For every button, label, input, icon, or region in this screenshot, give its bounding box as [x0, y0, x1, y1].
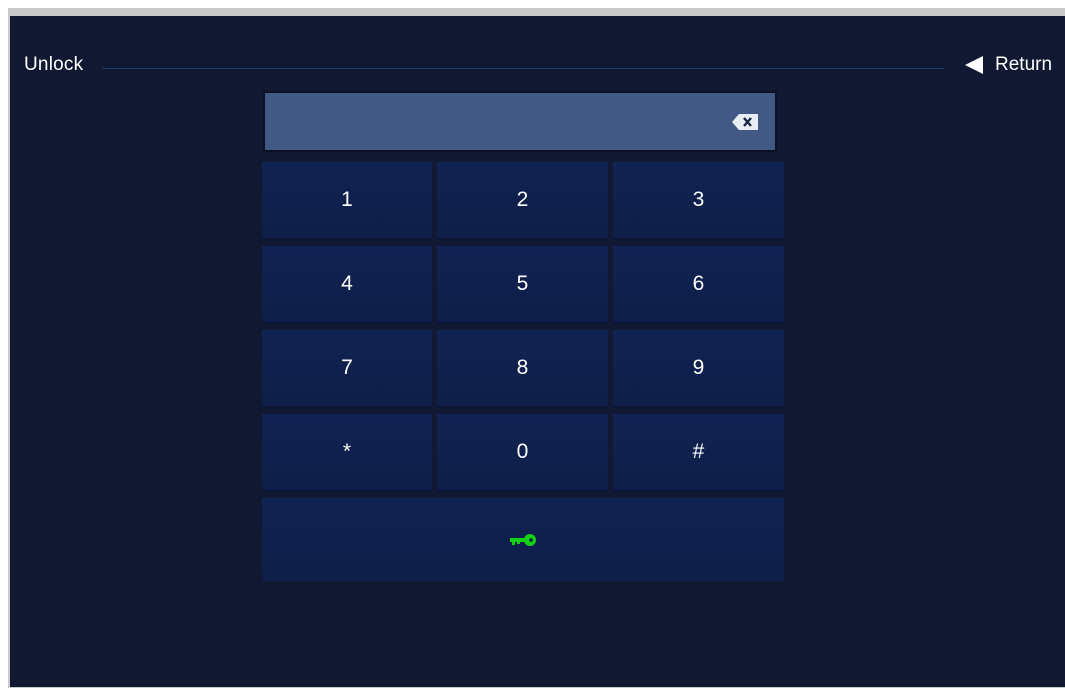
header-divider — [102, 68, 944, 69]
unlock-button[interactable] — [262, 498, 784, 581]
keypad-key-7[interactable]: 7 — [262, 330, 432, 408]
keypad-key-star[interactable]: * — [262, 414, 432, 492]
keypad-key-2[interactable]: 2 — [437, 162, 608, 240]
keypad-key-1[interactable]: 1 — [262, 162, 432, 240]
unlock-screen: Unlock Return 1 2 3 4 5 6 7 8 9 * 0 # — [10, 16, 1065, 687]
keypad-key-0[interactable]: 0 — [437, 414, 608, 492]
keypad-key-hash[interactable]: # — [613, 414, 784, 492]
return-label: Return — [995, 54, 1053, 75]
keypad-key-8[interactable]: 8 — [437, 330, 608, 408]
return-button[interactable]: Return — [963, 51, 1052, 79]
keypad-key-4[interactable]: 4 — [262, 246, 432, 324]
keypad-key-3[interactable]: 3 — [613, 162, 784, 240]
keypad-key-5[interactable]: 5 — [437, 246, 608, 324]
key-icon — [510, 533, 536, 546]
page-title: Unlock — [24, 54, 84, 75]
backspace-icon[interactable] — [730, 112, 760, 132]
back-arrow-icon — [965, 56, 983, 74]
pin-display — [263, 91, 777, 152]
keypad-key-6[interactable]: 6 — [613, 246, 784, 324]
keypad-key-9[interactable]: 9 — [613, 330, 784, 408]
